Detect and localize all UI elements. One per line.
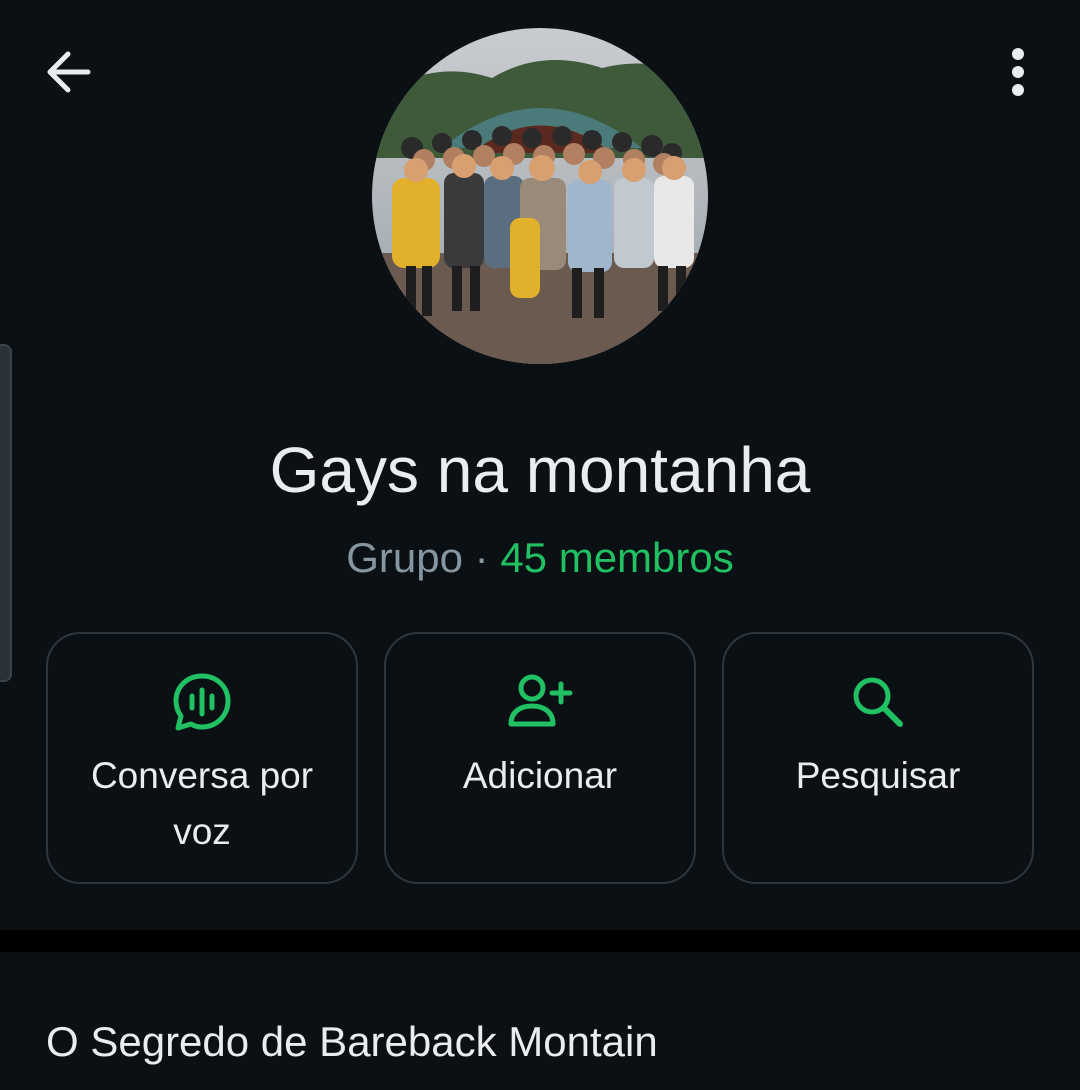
add-participant-button[interactable]: Adicionar	[384, 632, 696, 884]
quick-actions: Conversa por voz Adicionar Pesquisar	[46, 632, 1034, 884]
search-button[interactable]: Pesquisar	[722, 632, 1034, 884]
add-participant-label: Adicionar	[462, 755, 618, 796]
search-label: Pesquisar	[795, 755, 961, 796]
voice-chat-icon	[170, 670, 234, 739]
section-divider	[0, 930, 1080, 952]
more-options-button[interactable]	[992, 44, 1044, 104]
search-icon	[848, 672, 908, 737]
voice-chat-button[interactable]: Conversa por voz	[46, 632, 358, 884]
group-type-label: Grupo	[346, 534, 463, 581]
group-info-screen: Gays na montanha Grupo · 45 membros Conv…	[0, 0, 1080, 1090]
arrow-left-icon	[42, 46, 94, 103]
voice-chat-label: Conversa por voz	[90, 755, 314, 852]
group-description[interactable]: O Segredo de Bareback Montain	[46, 1014, 658, 1070]
add-person-icon	[506, 670, 574, 739]
subtitle-separator: ·	[474, 534, 489, 581]
members-count-link[interactable]: 45 membros	[500, 534, 733, 581]
group-name[interactable]: Gays na montanha	[0, 428, 1080, 512]
group-subtitle: Grupo · 45 membros	[0, 530, 1080, 586]
edge-panel-handle[interactable]	[0, 344, 12, 682]
more-vertical-icon	[1008, 46, 1028, 103]
back-button[interactable]	[36, 44, 100, 104]
group-avatar[interactable]	[372, 28, 708, 364]
